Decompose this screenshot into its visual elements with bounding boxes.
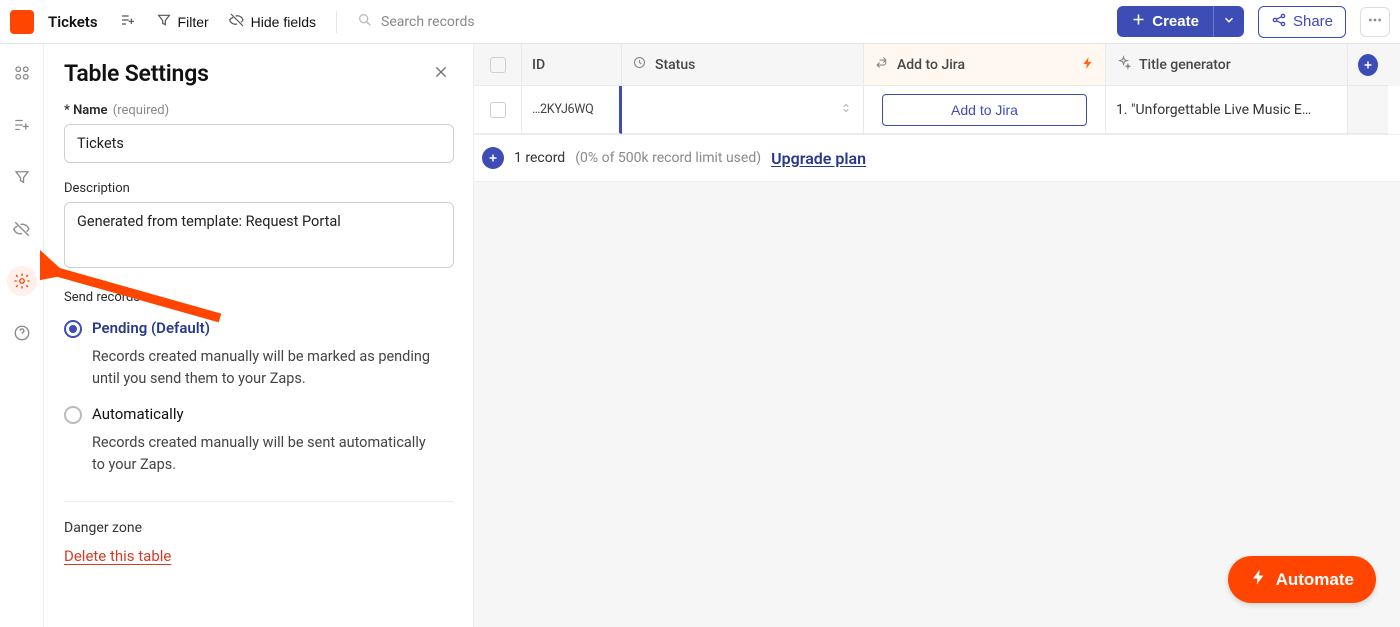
name-field-label: * Name (required)	[64, 103, 453, 118]
cell-add-to-jira: Add to Jira	[864, 86, 1106, 134]
grid-footer: 1 record (0% of 500k record limit used) …	[474, 134, 1400, 182]
grid-header-row: ID Status Add to Jira Title generator	[474, 44, 1400, 86]
search-icon	[357, 12, 373, 32]
radio-label: Pending (Default)	[92, 319, 210, 337]
cell-title-generator[interactable]: 1. "Unforgettable Live Music E…	[1106, 86, 1348, 134]
table-row: …2KYJ6WQ Add to Jira 1. "Unforgettable L…	[474, 86, 1400, 134]
settings-title: Table Settings	[64, 60, 209, 87]
action-icon	[874, 55, 889, 74]
bolt-icon	[1081, 56, 1095, 74]
share-label: Share	[1293, 13, 1333, 30]
add-view-button[interactable]	[112, 8, 144, 35]
top-toolbar: Tickets Filter Hide fields Search record…	[0, 0, 1400, 44]
plus-icon	[1131, 12, 1146, 31]
rail-hide-icon[interactable]	[7, 214, 37, 244]
close-icon	[433, 64, 449, 84]
description-field-label: Description	[64, 181, 453, 196]
send-records-option-auto[interactable]: Automatically	[64, 405, 453, 424]
rail-help-icon[interactable]	[7, 318, 37, 348]
create-button[interactable]: Create	[1117, 6, 1213, 37]
brand-logo	[10, 10, 34, 34]
column-header-status[interactable]: Status	[622, 44, 864, 86]
more-horizontal-icon	[1367, 12, 1383, 31]
radio-desc-auto: Records created manually will be sent au…	[92, 432, 442, 477]
filter-label: Filter	[178, 14, 209, 30]
radio-selected-icon	[64, 320, 82, 338]
add-to-jira-button[interactable]: Add to Jira	[882, 94, 1087, 126]
rail-filter-icon[interactable]	[7, 162, 37, 192]
settings-divider	[64, 501, 454, 502]
bolt-icon	[1250, 568, 1268, 591]
rail-add-icon[interactable]	[7, 110, 37, 140]
checkbox-icon	[490, 102, 506, 118]
toolbar-divider	[336, 11, 337, 33]
table-name: Tickets	[48, 13, 98, 31]
close-settings-button[interactable]	[429, 62, 453, 86]
rail-views-icon[interactable]	[7, 58, 37, 88]
radio-desc-pending: Records created manually will be marked …	[92, 346, 442, 391]
delete-table-link[interactable]: Delete this table	[64, 547, 171, 565]
search-placeholder: Search records	[381, 14, 475, 30]
record-count: 1 record	[514, 150, 565, 166]
hide-fields-label: Hide fields	[251, 14, 316, 30]
description-input[interactable]: Generated from template: Request Portal	[64, 202, 454, 268]
checkbox-icon	[490, 57, 506, 73]
hide-fields-button[interactable]: Hide fields	[221, 8, 324, 35]
record-limit-text: (0% of 500k record limit used)	[575, 150, 761, 166]
status-icon	[632, 55, 647, 74]
name-input[interactable]	[64, 124, 454, 163]
table-settings-panel: Table Settings * Name (required) Descrip…	[44, 44, 474, 627]
sort-icon	[839, 101, 853, 119]
automate-button[interactable]: Automate	[1228, 556, 1376, 603]
rail-settings-icon[interactable]	[7, 266, 37, 296]
column-header-id[interactable]: ID	[522, 44, 622, 86]
chevron-down-icon	[1222, 13, 1236, 30]
left-icon-rail	[0, 44, 44, 627]
create-dropdown[interactable]	[1213, 6, 1244, 37]
add-record-button[interactable]	[482, 147, 504, 169]
add-view-icon	[120, 12, 136, 31]
plus-circle-icon	[1358, 54, 1378, 76]
records-grid: ID Status Add to Jira Title generator …2…	[474, 44, 1400, 627]
filter-button[interactable]: Filter	[148, 8, 217, 35]
sparkle-icon	[1116, 55, 1131, 74]
select-all-header[interactable]	[474, 44, 522, 86]
create-label: Create	[1152, 13, 1199, 30]
create-group: Create	[1117, 6, 1244, 37]
upgrade-plan-link[interactable]: Upgrade plan	[771, 149, 866, 168]
share-icon	[1271, 12, 1287, 32]
radio-label: Automatically	[92, 405, 184, 423]
cell-status[interactable]	[622, 86, 864, 134]
automate-label: Automate	[1276, 570, 1354, 590]
search-records[interactable]: Search records	[349, 8, 483, 36]
add-column-button[interactable]	[1348, 44, 1388, 86]
row-select-checkbox[interactable]	[474, 86, 522, 134]
eye-off-icon	[229, 12, 245, 31]
cell-id[interactable]: …2KYJ6WQ	[522, 86, 622, 134]
send-records-option-pending[interactable]: Pending (Default)	[64, 319, 453, 338]
filter-icon	[156, 12, 172, 31]
danger-zone-label: Danger zone	[64, 520, 453, 536]
column-header-add-to-jira[interactable]: Add to Jira	[864, 44, 1106, 86]
send-records-label: Send records	[64, 290, 453, 305]
radio-unselected-icon	[64, 406, 82, 424]
share-button[interactable]: Share	[1258, 6, 1346, 38]
more-menu-button[interactable]	[1360, 7, 1390, 37]
column-header-title-generator[interactable]: Title generator	[1106, 44, 1348, 86]
